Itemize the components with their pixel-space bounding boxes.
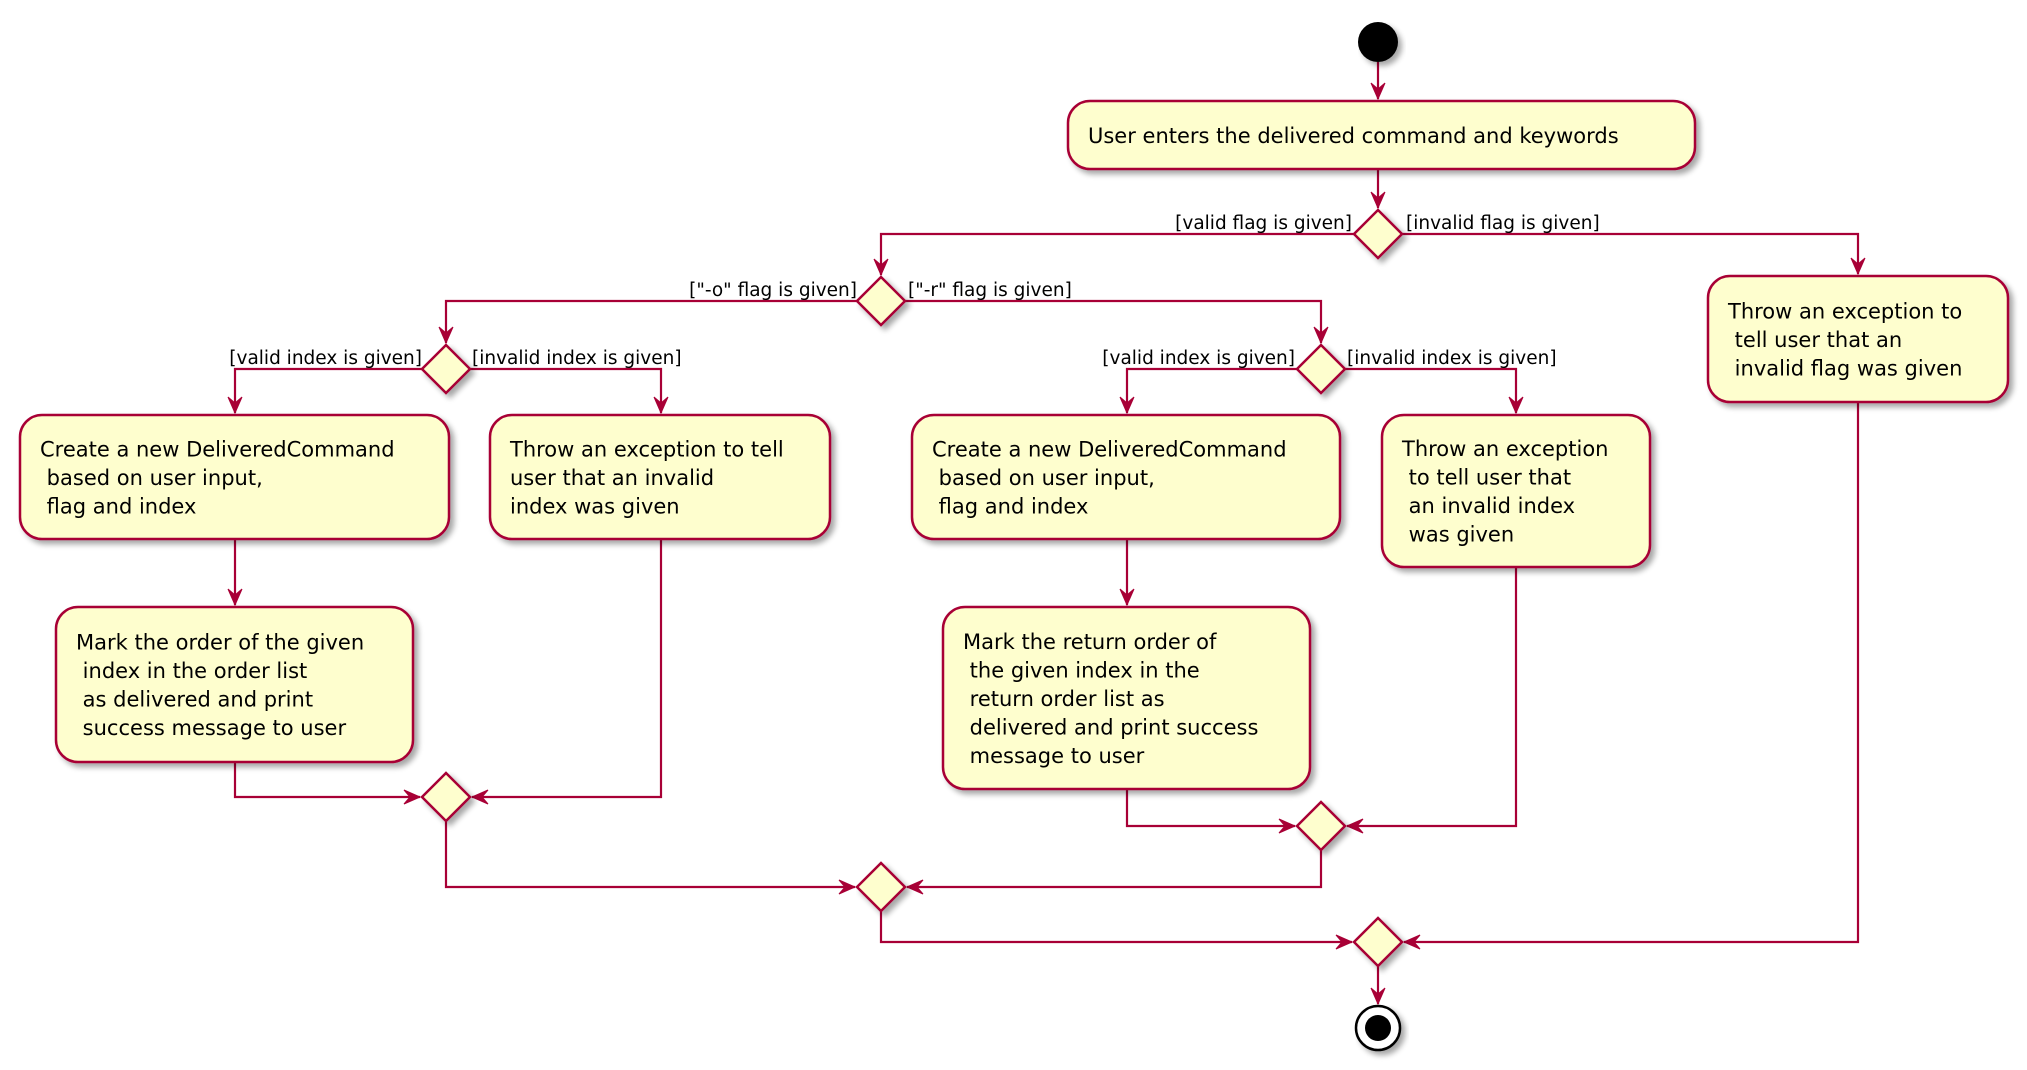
- decision-node-flag-type-decision: [855, 275, 907, 327]
- decision-node-flag-decision: [1352, 208, 1404, 260]
- edge-line: [470, 367, 663, 413]
- guard-label-o-flag: ["-o" flag is given]: [689, 280, 857, 301]
- edge-valid-flag: [873, 232, 1354, 277]
- edge-line: [1347, 567, 1518, 828]
- merge-node-r-merge: [1295, 800, 1347, 852]
- guard-label-o-invalid-index: [invalid index is given]: [472, 348, 682, 369]
- edge-r-valid-index: [1119, 367, 1297, 415]
- action-node-o-create-command: Create a new DeliveredCommand based on u…: [18, 413, 451, 541]
- action-text-line: index in the order list: [76, 659, 307, 683]
- action-text-line: invalid flag was given: [1728, 356, 1962, 380]
- edge-line: [1345, 367, 1518, 413]
- edge-r-invalid-to-merge: [1345, 567, 1518, 834]
- edge-invalid-flag: [1402, 232, 1866, 276]
- action-node-o-mark-order: Mark the order of the given index in the…: [54, 605, 415, 764]
- edge-enter-to-flag-decision: [1370, 169, 1386, 210]
- action-text-line: Throw an exception to: [1727, 299, 1962, 323]
- action-text-line: Throw an exception: [1401, 437, 1609, 461]
- action-text-line: flag and index: [40, 494, 196, 518]
- decision-node-r-index-decision: [1295, 343, 1347, 395]
- action-text-line: User enters the delivered command and ke…: [1088, 124, 1619, 148]
- edge-line: [444, 821, 855, 889]
- action-text-line: Create a new DeliveredCommand: [40, 437, 395, 461]
- edge-line: [907, 850, 1323, 889]
- action-node-o-invalid-index: Throw an exception to tell user that an i…: [488, 413, 832, 541]
- merge-node-flag-type-merge: [855, 861, 907, 913]
- merge-node-o-merge: [420, 771, 472, 823]
- edge-o-valid-index: [227, 367, 422, 415]
- edge-final-to-end: [1370, 966, 1386, 1006]
- edge-line: [472, 539, 663, 799]
- edge-line: [905, 299, 1323, 343]
- action-text-line: success message to user: [76, 716, 346, 740]
- action-text-line: delivered and print success: [963, 715, 1258, 739]
- edge-flag-merge-to-final: [879, 911, 1354, 950]
- edge-line: [879, 232, 1354, 275]
- action-text-line: tell user that an: [1728, 328, 1902, 352]
- edge-r-merge-to-flag-merge: [905, 850, 1323, 895]
- guard-label-r-flag: ["-r" flag is given]: [908, 280, 1072, 301]
- action-text-line: to tell user that: [1402, 466, 1571, 490]
- action-node-r-mark-return-order: Mark the return order of the given index…: [941, 605, 1312, 791]
- guard-label-o-valid-index: [valid index is given]: [229, 348, 422, 369]
- action-text-line: based on user input,: [40, 466, 263, 490]
- edge-o-mark-to-merge: [233, 762, 422, 805]
- nodes-layer: User enters the delivered command and ke…: [18, 22, 2010, 1052]
- action-text-line: was given: [1402, 523, 1514, 547]
- decision-node-o-index-decision: [420, 343, 472, 395]
- edge-line: [233, 367, 422, 413]
- action-text-line: based on user input,: [932, 466, 1155, 490]
- merge-node-final-merge: [1352, 916, 1404, 968]
- start-node: [1358, 22, 1398, 62]
- guard-label-valid-flag: [valid flag is given]: [1175, 213, 1352, 234]
- edge-line: [879, 911, 1352, 944]
- action-text-line: the given index in the: [963, 658, 1200, 682]
- edge-r-mark-to-merge: [1125, 789, 1297, 834]
- edge-line: [1125, 789, 1295, 828]
- edge-r-create-to-mark: [1119, 539, 1135, 607]
- end-node: [1354, 1004, 1402, 1052]
- end-node-dot: [1365, 1015, 1391, 1041]
- action-text-line: Mark the return order of: [963, 630, 1217, 654]
- edge-line: [1125, 367, 1297, 413]
- activity-diagram: User enters the delivered command and ke…: [18, 22, 2010, 1052]
- edge-r-flag: [905, 299, 1329, 345]
- edge-o-invalid-to-merge: [470, 539, 663, 805]
- action-node-enter-command: User enters the delivered command and ke…: [1066, 99, 1697, 171]
- action-node-r-invalid-index: Throw an exception to tell user that an …: [1380, 413, 1652, 569]
- action-text-line: Create a new DeliveredCommand: [932, 437, 1287, 461]
- action-text-line: Throw an exception to tell: [509, 437, 784, 461]
- action-node-r-create-command: Create a new DeliveredCommand based on u…: [910, 413, 1342, 541]
- action-text-line: index was given: [510, 494, 680, 518]
- edge-o-flag: [438, 299, 857, 345]
- action-text-line: message to user: [963, 744, 1145, 768]
- edge-o-invalid-index: [470, 367, 669, 415]
- edge-start-to-enter: [1370, 62, 1386, 101]
- action-node-invalid-flag-action: Throw an exception to tell user that an …: [1706, 274, 2010, 404]
- guard-label-r-valid-index: [valid index is given]: [1102, 348, 1295, 369]
- action-text-line: return order list as: [963, 687, 1165, 711]
- action-text-line: flag and index: [932, 494, 1088, 518]
- action-text-line: user that an invalid: [510, 466, 714, 490]
- edge-o-create-to-mark: [227, 539, 243, 607]
- edge-line: [444, 299, 857, 343]
- edge-line: [1402, 232, 1860, 274]
- guard-label-r-invalid-index: [invalid index is given]: [1347, 348, 1557, 369]
- edge-r-invalid-index: [1345, 367, 1524, 415]
- action-text-line: an invalid index: [1402, 494, 1575, 518]
- edge-line: [233, 762, 420, 799]
- action-text-line: Mark the order of the given: [76, 631, 364, 655]
- action-text-line: as delivered and print: [76, 688, 313, 712]
- edge-o-merge-to-flag-merge: [444, 821, 857, 895]
- guard-label-invalid-flag: [invalid flag is given]: [1406, 213, 1600, 234]
